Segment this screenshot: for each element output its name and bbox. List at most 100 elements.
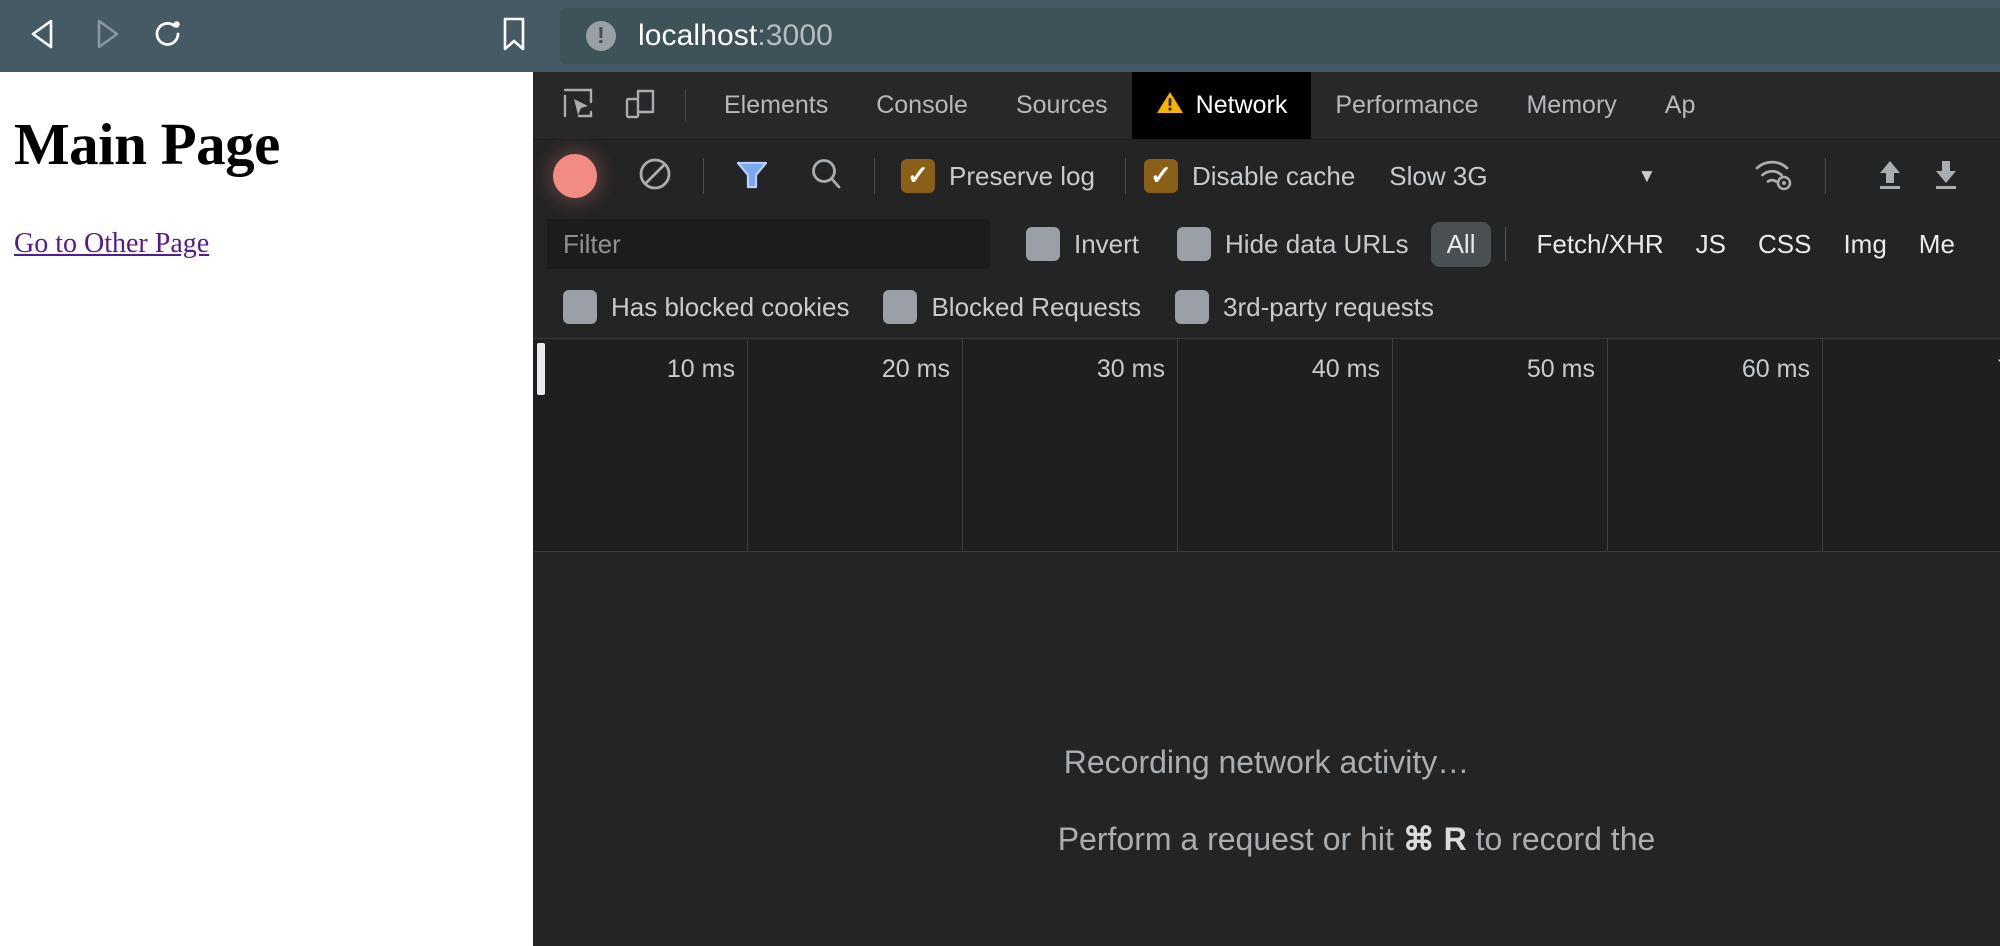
url-host: localhost <box>638 19 757 52</box>
triangle-right-icon <box>91 18 121 55</box>
checkbox-label: Has blocked cookies <box>611 292 849 323</box>
throttling-value: Slow 3G <box>1389 161 1487 192</box>
checkbox-box <box>1177 227 1211 261</box>
checkbox-box: ✓ <box>1144 159 1178 193</box>
tab-network[interactable]: Network <box>1132 72 1312 139</box>
upload-arrow-icon <box>1872 156 1908 197</box>
tab-console[interactable]: Console <box>852 72 992 139</box>
go-to-other-page-link[interactable]: Go to Other Page <box>14 228 209 260</box>
timeline-tick: 40 ms <box>1178 339 1393 551</box>
tab-performance[interactable]: Performance <box>1311 72 1502 139</box>
timeline-tick: 20 ms <box>748 339 963 551</box>
throttling-dropdown[interactable]: Slow 3G ▼ <box>1389 161 1656 192</box>
hint-prefix: Perform a request or hit <box>1058 821 1403 857</box>
timeline-ticks: 10 ms 20 ms 30 ms 40 ms 50 ms 60 ms 70 <box>533 339 2000 551</box>
wifi-gear-icon <box>1754 155 1796 198</box>
search-button[interactable] <box>800 150 852 202</box>
import-har-button[interactable] <box>1862 148 1918 204</box>
clear-circle-slash-icon <box>636 155 674 198</box>
tab-label: Memory <box>1526 91 1616 120</box>
filter-row-secondary: Has blocked cookies Blocked Requests 3rd… <box>533 276 2000 338</box>
hide-data-urls-checkbox[interactable]: Hide data URLs <box>1177 227 1409 261</box>
preserve-log-checkbox[interactable]: ✓ Preserve log <box>901 159 1095 193</box>
timeline-tick-label: 10 ms <box>667 355 735 384</box>
device-toolbar-button[interactable] <box>609 72 671 139</box>
third-party-requests-checkbox[interactable]: 3rd-party requests <box>1175 290 1434 324</box>
checkbox-label: Blocked Requests <box>931 292 1141 323</box>
tab-label: Console <box>876 91 968 120</box>
page-title: Main Page <box>14 110 533 179</box>
filter-funnel-icon <box>734 156 770 197</box>
checkbox-label: Disable cache <box>1192 161 1355 192</box>
toolbar-divider <box>1825 158 1826 194</box>
bookmark-icon <box>499 16 529 57</box>
tab-label: Elements <box>724 91 828 120</box>
browser-toolbar: ! localhost:3000 <box>0 0 2000 72</box>
timeline-tick-label: 50 ms <box>1527 355 1595 384</box>
recording-hint-text: Perform a request or hit ⌘ R to record t… <box>533 820 2000 858</box>
bookmark-button[interactable] <box>486 8 542 64</box>
timeline-tick-label: 40 ms <box>1312 355 1380 384</box>
network-toolbar: ✓ Preserve log ✓ Disable cache Slow 3G ▼ <box>533 140 2000 212</box>
download-arrow-icon <box>1928 156 1964 197</box>
type-filter-media[interactable]: Me <box>1903 222 1971 267</box>
invert-checkbox[interactable]: Invert <box>1026 227 1139 261</box>
inspect-element-button[interactable] <box>547 72 609 139</box>
triangle-left-icon <box>29 18 59 55</box>
record-button[interactable] <box>553 154 597 198</box>
resource-type-filters: All Fetch/XHR JS CSS Img Me <box>1431 222 1971 267</box>
type-filter-css[interactable]: CSS <box>1742 222 1827 267</box>
type-filter-fetch-xhr[interactable]: Fetch/XHR <box>1520 222 1679 267</box>
checkbox-box <box>563 290 597 324</box>
reload-icon <box>151 17 185 56</box>
checkbox-box <box>883 290 917 324</box>
tab-label: Performance <box>1335 91 1478 120</box>
devtools-tabbar: Elements Console Sources Network Perform… <box>533 72 2000 140</box>
reload-button[interactable] <box>138 6 198 66</box>
tab-memory[interactable]: Memory <box>1502 72 1640 139</box>
url-bar[interactable]: ! localhost:3000 <box>560 8 2000 64</box>
export-har-button[interactable] <box>1918 148 1974 204</box>
toolbar-divider <box>874 158 875 194</box>
timeline-tick: 60 ms <box>1608 339 1823 551</box>
timeline-tick: 70 <box>1823 339 2000 551</box>
blocked-requests-checkbox[interactable]: Blocked Requests <box>883 290 1141 324</box>
network-conditions-button[interactable] <box>1747 148 1803 204</box>
tab-label: Sources <box>1016 91 1108 120</box>
chevron-down-icon: ▼ <box>1638 167 1657 186</box>
warning-triangle-icon <box>1156 90 1184 122</box>
hint-r-key: R <box>1444 821 1467 857</box>
filter-row: Invert Hide data URLs All Fetch/XHR JS C… <box>533 212 2000 276</box>
toolbar-divider <box>703 158 704 194</box>
page-content-area: Main Page Go to Other Page <box>0 72 533 946</box>
checkbox-box: ✓ <box>901 159 935 193</box>
network-timeline-overview[interactable]: 10 ms 20 ms 30 ms 40 ms 50 ms 60 ms 70 <box>533 338 2000 552</box>
checkbox-label: 3rd-party requests <box>1223 292 1434 323</box>
type-filter-img[interactable]: Img <box>1827 222 1902 267</box>
timeline-tick: 30 ms <box>963 339 1178 551</box>
tab-application[interactable]: Ap <box>1641 72 1720 139</box>
tab-label: Network <box>1196 91 1288 120</box>
tab-elements[interactable]: Elements <box>700 72 852 139</box>
filter-input[interactable] <box>547 219 990 269</box>
back-button[interactable] <box>14 6 74 66</box>
checkbox-label: Preserve log <box>949 161 1095 192</box>
filter-toggle-button[interactable] <box>726 150 778 202</box>
not-secure-icon[interactable]: ! <box>586 21 616 51</box>
checkbox-box <box>1026 227 1060 261</box>
search-magnifier-icon <box>808 156 844 197</box>
clear-button[interactable] <box>629 150 681 202</box>
type-filter-all[interactable]: All <box>1431 222 1492 267</box>
recording-status-text: Recording network activity… <box>533 744 2000 781</box>
forward-button[interactable] <box>76 6 136 66</box>
timeline-tick-label: 60 ms <box>1742 355 1810 384</box>
tab-sources[interactable]: Sources <box>992 72 1132 139</box>
devtools-panel: Elements Console Sources Network Perform… <box>533 72 2000 946</box>
hint-suffix: to record the <box>1467 821 1656 857</box>
disable-cache-checkbox[interactable]: ✓ Disable cache <box>1144 159 1355 193</box>
has-blocked-cookies-checkbox[interactable]: Has blocked cookies <box>563 290 849 324</box>
network-empty-state: Recording network activity… Perform a re… <box>533 552 2000 946</box>
type-filter-js[interactable]: JS <box>1680 222 1742 267</box>
toolbar-divider <box>1125 158 1126 194</box>
url-port: :3000 <box>757 19 833 52</box>
